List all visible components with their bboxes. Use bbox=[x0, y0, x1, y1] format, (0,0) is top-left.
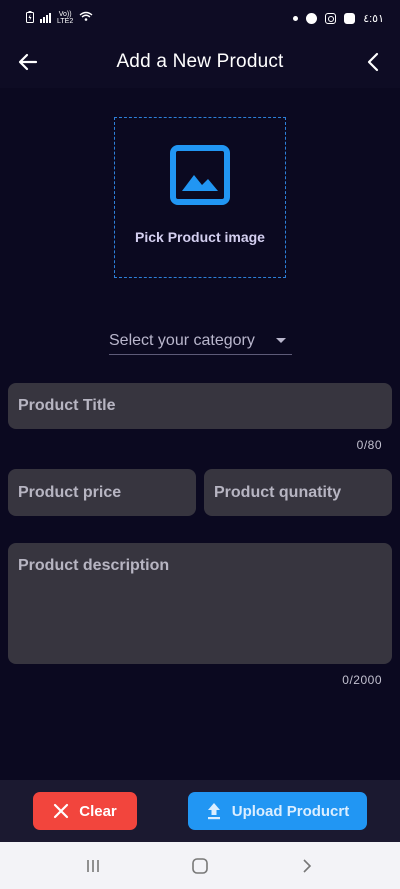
messenger-icon bbox=[306, 12, 318, 24]
status-left: Vo)) LTE2 bbox=[26, 10, 93, 26]
battery-saver-icon bbox=[26, 10, 34, 26]
upload-icon bbox=[207, 803, 220, 820]
image-picker[interactable]: Pick Product image bbox=[114, 117, 286, 278]
back-button[interactable] bbox=[16, 50, 40, 74]
network-type: Vo)) LTE2 bbox=[57, 11, 73, 25]
image-icon bbox=[170, 145, 230, 205]
status-bar: Vo)) LTE2 ٤:٥١ bbox=[0, 0, 400, 36]
product-price-input[interactable]: Product price bbox=[8, 469, 196, 516]
upload-button-label: Upload Producrt bbox=[231, 802, 350, 820]
instagram-icon bbox=[325, 12, 337, 24]
clear-button[interactable]: Clear bbox=[33, 792, 137, 830]
notification-dot-icon bbox=[293, 15, 299, 21]
system-back-button[interactable] bbox=[299, 858, 315, 874]
product-description-placeholder: Product description bbox=[18, 557, 170, 574]
description-char-counter: 0/2000 bbox=[342, 673, 382, 687]
network-sub: LTE2 bbox=[57, 18, 74, 25]
product-quantity-input[interactable]: Product qunatity bbox=[204, 469, 392, 516]
system-nav-bar bbox=[0, 842, 400, 889]
category-dropdown[interactable]: Select your category bbox=[109, 327, 292, 355]
caret-down-icon bbox=[276, 338, 286, 343]
wifi-icon bbox=[79, 11, 93, 25]
app-bar: Add a New Product bbox=[0, 36, 400, 88]
product-title-placeholder: Product Title bbox=[18, 397, 116, 414]
chevron-right-icon bbox=[303, 858, 312, 873]
clock: ٤:٥١ bbox=[363, 12, 384, 25]
home-icon bbox=[192, 857, 208, 874]
network-label: Vo)) bbox=[58, 11, 72, 18]
clear-button-label: Clear bbox=[79, 802, 117, 820]
home-button[interactable] bbox=[191, 857, 209, 875]
gallery-notification-icon bbox=[344, 12, 356, 24]
category-placeholder: Select your category bbox=[109, 331, 255, 349]
upload-product-button[interactable]: Upload Producrt bbox=[188, 792, 367, 830]
image-picker-label: Pick Product image bbox=[135, 229, 265, 245]
recent-apps-button[interactable] bbox=[85, 858, 101, 874]
product-title-input[interactable]: Product Title bbox=[8, 383, 392, 429]
bottom-action-bar: Clear Upload Producrt bbox=[0, 780, 400, 842]
chevron-left-icon bbox=[367, 52, 379, 72]
status-right: ٤:٥١ bbox=[293, 12, 384, 25]
product-description-input[interactable]: Product description bbox=[8, 543, 392, 664]
signal-strength-icon bbox=[40, 13, 51, 23]
recent-apps-icon bbox=[87, 859, 99, 872]
product-quantity-placeholder: Product qunatity bbox=[214, 483, 342, 501]
chevron-button[interactable] bbox=[362, 50, 386, 74]
arrow-left-icon bbox=[18, 53, 38, 71]
title-char-counter: 0/80 bbox=[356, 438, 382, 452]
product-price-placeholder: Product price bbox=[18, 483, 122, 501]
close-icon bbox=[54, 803, 69, 819]
page-title: Add a New Product bbox=[116, 51, 284, 72]
